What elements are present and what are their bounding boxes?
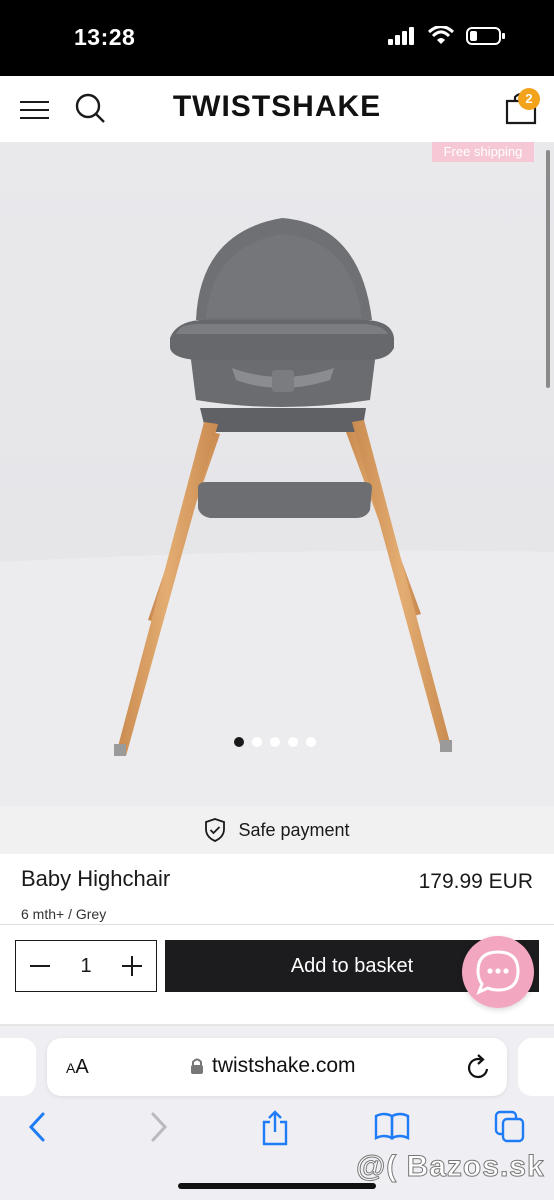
product-price: 179.99 EUR (418, 870, 533, 893)
chat-button[interactable] (462, 936, 534, 1008)
quantity-value[interactable]: 1 (80, 955, 91, 978)
url-text: twistshake.com (212, 1054, 356, 1077)
browser-nav-row (0, 1110, 554, 1150)
safe-payment-label: Safe payment (238, 819, 350, 840)
site-header: TWISTSHAKE 2 (0, 76, 554, 142)
reload-icon[interactable] (466, 1053, 492, 1081)
aa-large: A (75, 1056, 89, 1078)
battery-icon (466, 27, 505, 45)
status-bar: 13:28 (0, 0, 554, 76)
home-indicator[interactable] (178, 1183, 376, 1189)
increase-quantity-button[interactable] (120, 954, 144, 978)
gallery-pagination (234, 737, 316, 747)
gallery-dot[interactable] (288, 737, 298, 747)
product-variant: 6 mth+ / Grey (21, 906, 107, 922)
brand-logo[interactable]: TWISTSHAKE (0, 90, 554, 124)
reader-settings-button[interactable]: AA (66, 1056, 89, 1079)
free-shipping-badge: Free shipping (432, 142, 534, 162)
next-tab[interactable] (518, 1038, 554, 1096)
back-icon[interactable] (26, 1110, 50, 1144)
lock-icon (191, 1058, 203, 1074)
forward-icon[interactable] (146, 1110, 170, 1144)
highchair-illustration (0, 142, 554, 806)
cellular-signal-icon (388, 27, 414, 45)
tabs-icon[interactable] (494, 1110, 526, 1144)
wifi-icon (428, 26, 454, 44)
share-icon[interactable] (260, 1110, 290, 1146)
previous-tab[interactable] (0, 1038, 36, 1096)
status-time: 13:28 (74, 24, 136, 50)
product-image[interactable] (0, 142, 554, 806)
cart-count-badge: 2 (518, 88, 540, 110)
bookmarks-icon[interactable] (374, 1110, 410, 1142)
status-icons (388, 26, 506, 46)
quantity-stepper: 1 (15, 940, 157, 992)
product-name: Baby Highchair (21, 866, 171, 891)
shield-check-icon (205, 818, 226, 842)
scrollbar[interactable] (546, 150, 550, 388)
decrease-quantity-button[interactable] (28, 954, 52, 978)
watermark: @( Bazos.sk (356, 1150, 545, 1184)
gallery-dot[interactable] (270, 737, 280, 747)
chat-icon (476, 950, 520, 995)
safe-payment-banner: Safe payment (0, 806, 554, 854)
aa-small: A (66, 1060, 76, 1076)
gallery-dot[interactable] (234, 737, 244, 747)
gallery-dot[interactable] (306, 737, 316, 747)
gallery-dot[interactable] (252, 737, 262, 747)
divider (0, 924, 554, 925)
url-display[interactable]: twistshake.com (190, 1054, 356, 1078)
